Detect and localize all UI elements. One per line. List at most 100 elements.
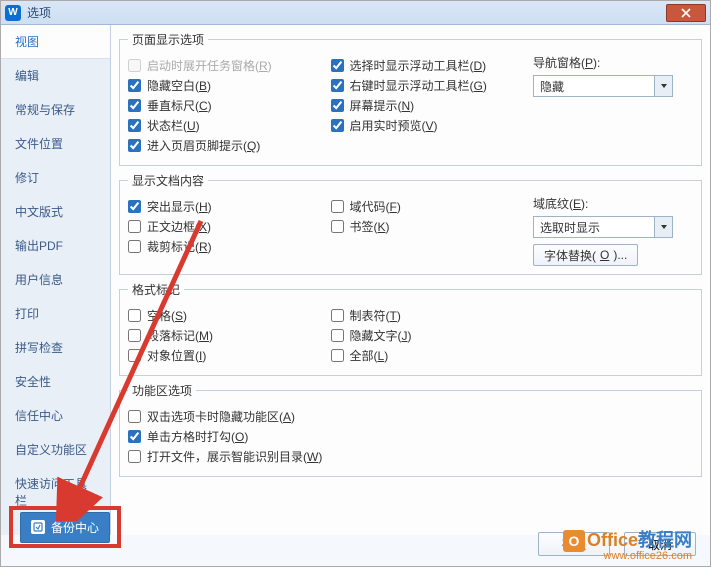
sidebar-item[interactable]: 拼写检查 <box>1 331 110 365</box>
font-replace-button[interactable]: 字体替换(O)... <box>533 244 638 266</box>
backup-center-button[interactable]: 备份中心 <box>20 512 110 543</box>
checkbox-label: 对象位置(I) <box>147 347 206 364</box>
option-checkbox[interactable]: 单击方格时打勾(O) <box>128 428 693 445</box>
app-icon: W <box>5 5 21 21</box>
checkbox-input[interactable] <box>128 240 141 253</box>
checkbox-label: 书签(K) <box>350 218 390 235</box>
section-legend: 功能区选项 <box>128 382 196 399</box>
checkbox-label: 选择时显示浮动工具栏(D) <box>350 57 487 74</box>
checkbox-input[interactable] <box>128 309 141 322</box>
option-checkbox[interactable]: 右键时显示浮动工具栏(G) <box>331 77 534 94</box>
checkbox-label: 全部(L) <box>350 347 389 364</box>
sidebar-item[interactable]: 常规与保存 <box>1 93 110 127</box>
sidebar-item[interactable]: 安全性 <box>1 365 110 399</box>
option-checkbox[interactable]: 垂直标尺(C) <box>128 97 331 114</box>
checkbox-input[interactable] <box>331 200 344 213</box>
chevron-down-icon <box>654 217 672 237</box>
checkbox-label: 垂直标尺(C) <box>147 97 212 114</box>
checkbox-label: 域代码(F) <box>350 198 401 215</box>
checkbox-input[interactable] <box>331 119 344 132</box>
checkbox-input[interactable] <box>331 59 344 72</box>
checkbox-input[interactable] <box>128 349 141 362</box>
section-legend: 显示文档内容 <box>128 172 208 189</box>
checkbox-label: 进入页眉页脚提示(Q) <box>147 137 260 154</box>
checkbox-label: 隐藏文字(J) <box>350 327 412 344</box>
nav-pane-select[interactable]: 隐藏 <box>533 75 673 97</box>
option-checkbox[interactable]: 全部(L) <box>331 347 534 364</box>
sidebar-item[interactable]: 输出PDF <box>1 229 110 263</box>
checkbox-input[interactable] <box>128 410 141 423</box>
option-checkbox[interactable]: 书签(K) <box>331 218 534 235</box>
close-button[interactable] <box>666 4 706 22</box>
option-checkbox[interactable]: 对象位置(I) <box>128 347 331 364</box>
checkbox-input[interactable] <box>128 139 141 152</box>
checkbox-input[interactable] <box>331 79 344 92</box>
option-checkbox[interactable]: 打开文件，展示智能识别目录(W) <box>128 448 693 465</box>
option-checkbox[interactable]: 隐藏文字(J) <box>331 327 534 344</box>
chevron-down-icon <box>654 76 672 96</box>
option-checkbox[interactable]: 进入页眉页脚提示(Q) <box>128 137 331 154</box>
sidebar: 视图编辑常规与保存文件位置修订中文版式输出PDF用户信息打印拼写检查安全性信任中… <box>1 25 111 535</box>
checkbox-label: 打开文件，展示智能识别目录(W) <box>147 448 322 465</box>
option-checkbox[interactable]: 选择时显示浮动工具栏(D) <box>331 57 534 74</box>
sidebar-item[interactable]: 编辑 <box>1 59 110 93</box>
option-checkbox[interactable]: 启动时展开任务窗格(R) <box>128 57 331 74</box>
section-ribbon: 功能区选项 双击选项卡时隐藏功能区(A) 单击方格时打勾(O) 打开文件，展示智能识… <box>119 382 702 477</box>
option-checkbox[interactable]: 突出显示(H) <box>128 198 331 215</box>
checkbox-input[interactable] <box>331 99 344 112</box>
content-panel: 页面显示选项 启动时展开任务窗格(R) 隐藏空白(B) 垂直标尺(C) 状态栏(U) 进… <box>111 25 710 535</box>
checkbox-label: 突出显示(H) <box>147 198 212 215</box>
backup-center-label: 备份中心 <box>51 519 99 536</box>
sidebar-item[interactable]: 打印 <box>1 297 110 331</box>
ok-button[interactable]: 确定 <box>538 532 610 556</box>
titlebar: W 选项 <box>1 1 710 25</box>
field-shading-select[interactable]: 选取时显示 <box>533 216 673 238</box>
checkbox-input[interactable] <box>128 329 141 342</box>
checkbox-input[interactable] <box>128 99 141 112</box>
option-checkbox[interactable]: 屏幕提示(N) <box>331 97 534 114</box>
section-legend: 页面显示选项 <box>128 31 208 48</box>
sidebar-item[interactable]: 信任中心 <box>1 399 110 433</box>
option-checkbox[interactable]: 制表符(T) <box>331 307 534 324</box>
checkbox-input[interactable] <box>128 450 141 463</box>
checkbox-label: 正文边框(X) <box>147 218 211 235</box>
checkbox-input[interactable] <box>331 349 344 362</box>
checkbox-input[interactable] <box>331 309 344 322</box>
checkbox-input[interactable] <box>331 220 344 233</box>
sidebar-item[interactable]: 自定义功能区 <box>1 433 110 467</box>
section-doc-content: 显示文档内容 突出显示(H) 正文边框(X) 裁剪标记(R) 域代码(F) 书签(K)… <box>119 172 702 275</box>
checkbox-input[interactable] <box>331 329 344 342</box>
option-checkbox[interactable]: 裁剪标记(R) <box>128 238 331 255</box>
option-checkbox[interactable]: 隐藏空白(B) <box>128 77 331 94</box>
option-checkbox[interactable]: 段落标记(M) <box>128 327 331 344</box>
checkbox-input[interactable] <box>128 119 141 132</box>
checkbox-input[interactable] <box>128 59 141 72</box>
option-checkbox[interactable]: 启用实时预览(V) <box>331 117 534 134</box>
checkbox-input[interactable] <box>128 200 141 213</box>
checkbox-label: 右键时显示浮动工具栏(G) <box>350 77 487 94</box>
section-legend: 格式标记 <box>128 281 184 298</box>
checkbox-label: 制表符(T) <box>350 307 401 324</box>
sidebar-item[interactable]: 修订 <box>1 161 110 195</box>
checkbox-input[interactable] <box>128 220 141 233</box>
section-page-display: 页面显示选项 启动时展开任务窗格(R) 隐藏空白(B) 垂直标尺(C) 状态栏(U) 进… <box>119 31 702 166</box>
option-checkbox[interactable]: 正文边框(X) <box>128 218 331 235</box>
cancel-button[interactable]: 取消 <box>624 532 696 556</box>
checkbox-label: 段落标记(M) <box>147 327 213 344</box>
sidebar-item[interactable]: 文件位置 <box>1 127 110 161</box>
sidebar-item[interactable]: 视图 <box>1 25 110 59</box>
checkbox-label: 隐藏空白(B) <box>147 77 211 94</box>
dialog-footer: 确定 取消 <box>538 532 696 556</box>
checkbox-label: 单击方格时打勾(O) <box>147 428 248 445</box>
checkbox-label: 启动时展开任务窗格(R) <box>147 57 272 74</box>
sidebar-item[interactable]: 用户信息 <box>1 263 110 297</box>
option-checkbox[interactable]: 双击选项卡时隐藏功能区(A) <box>128 408 693 425</box>
sidebar-item[interactable]: 中文版式 <box>1 195 110 229</box>
checkbox-label: 启用实时预览(V) <box>350 117 438 134</box>
checkbox-input[interactable] <box>128 79 141 92</box>
option-checkbox[interactable]: 状态栏(U) <box>128 117 331 134</box>
nav-pane-label: 导航窗格(P): <box>533 54 693 71</box>
checkbox-input[interactable] <box>128 430 141 443</box>
option-checkbox[interactable]: 空格(S) <box>128 307 331 324</box>
option-checkbox[interactable]: 域代码(F) <box>331 198 534 215</box>
